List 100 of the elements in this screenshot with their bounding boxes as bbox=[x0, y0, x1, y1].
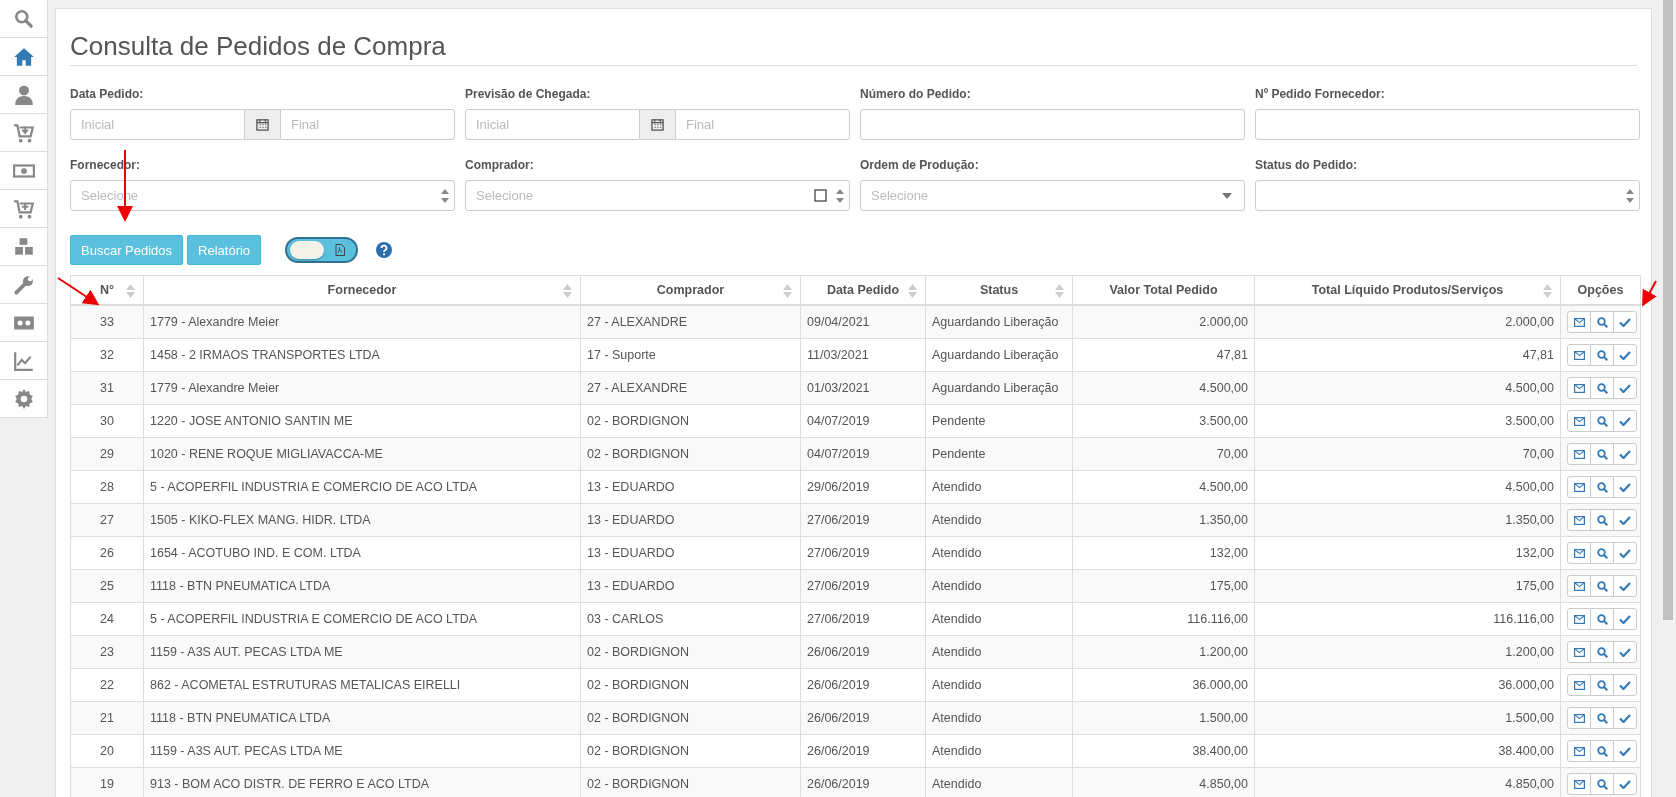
table-cell: 11/03/2021 bbox=[800, 338, 926, 372]
check-icon bbox=[1619, 647, 1631, 657]
table-cell: 27 - ALEXANDRE bbox=[580, 371, 801, 405]
search-icon bbox=[1596, 712, 1608, 724]
table-cell: 1220 - JOSE ANTONIO SANTIN ME bbox=[143, 404, 581, 438]
envelope-icon bbox=[1573, 647, 1585, 657]
check-icon bbox=[1619, 449, 1631, 459]
table-cell: 22 bbox=[70, 668, 144, 702]
field-label: Data Pedido: bbox=[70, 86, 145, 102]
table-cell: 27 - ALEXANDRE bbox=[580, 305, 801, 339]
date-input[interactable]: Final bbox=[676, 110, 849, 139]
select-input[interactable]: Selecione bbox=[466, 181, 814, 210]
table-cell: 47,81 bbox=[1072, 338, 1255, 372]
table-cell: Atendido bbox=[925, 602, 1073, 636]
table-cell: 4.850,00 bbox=[1254, 767, 1561, 797]
envelope-icon bbox=[1573, 779, 1585, 789]
envelope-icon bbox=[1573, 680, 1585, 690]
table-cell: 4.850,00 bbox=[1072, 767, 1255, 797]
table-cell: 02 - BORDIGNON bbox=[580, 635, 801, 669]
table-cell: Pendente bbox=[925, 404, 1073, 438]
table-cell: 2.000,00 bbox=[1254, 305, 1561, 339]
table-cell: 02 - BORDIGNON bbox=[580, 734, 801, 768]
wrench-icon bbox=[12, 273, 35, 296]
table-cell: 28 bbox=[70, 470, 144, 504]
check-icon bbox=[1619, 416, 1631, 426]
person-icon bbox=[12, 83, 35, 106]
table-cell: 26/06/2019 bbox=[800, 734, 926, 768]
envelope-icon bbox=[1573, 614, 1585, 624]
check-icon bbox=[1619, 680, 1631, 690]
table-cell: Atendido bbox=[925, 470, 1073, 504]
table-cell: 38.400,00 bbox=[1072, 734, 1255, 768]
envelope-icon bbox=[1573, 713, 1585, 723]
table-cell: 1654 - ACOTUBO IND. E COM. LTDA bbox=[143, 536, 581, 570]
annotation-arrow bbox=[57, 277, 100, 306]
search-icon bbox=[1596, 382, 1608, 394]
field-label: Ordem de Produção: bbox=[860, 157, 980, 173]
envelope-icon bbox=[1573, 383, 1585, 393]
table-cell: 27 bbox=[70, 503, 144, 537]
table-cell: 5 - ACOPERFIL INDUSTRIA E COMERCIO DE ACO LTDA bbox=[143, 470, 581, 504]
table-cell: 1.200,00 bbox=[1072, 635, 1255, 669]
field-label: Comprador: bbox=[465, 157, 535, 173]
table-cell: 02 - BORDIGNON bbox=[580, 767, 801, 797]
table-cell: Atendido bbox=[925, 701, 1073, 735]
check-icon bbox=[1619, 581, 1631, 591]
select-field[interactable]: Selecione bbox=[465, 180, 850, 211]
table-cell: 01/03/2021 bbox=[800, 371, 926, 405]
check-icon bbox=[1619, 383, 1631, 393]
table-cell: Pendente bbox=[925, 437, 1073, 471]
table-cell: 3.500,00 bbox=[1254, 404, 1561, 438]
date-input[interactable]: Inicial bbox=[71, 110, 244, 139]
table-cell: 09/04/2021 bbox=[800, 305, 926, 339]
table-cell: Aguardando Liberação bbox=[925, 338, 1073, 372]
table-cell: 47,81 bbox=[1254, 338, 1561, 372]
table-cell: 1.350,00 bbox=[1072, 503, 1255, 537]
table-cell: 2.000,00 bbox=[1072, 305, 1255, 339]
table-cell: 4.500,00 bbox=[1072, 371, 1255, 405]
table-cell: 116.116,00 bbox=[1072, 602, 1255, 636]
page-title: Consulta de Pedidos de Compra bbox=[70, 9, 1637, 66]
search-icon bbox=[1596, 514, 1608, 526]
table-cell: 04/07/2019 bbox=[800, 404, 926, 438]
calendar-icon bbox=[256, 118, 269, 131]
date-input[interactable]: Final bbox=[281, 110, 454, 139]
table-cell: Atendido bbox=[925, 635, 1073, 669]
table-cell: 24 bbox=[70, 602, 144, 636]
search-icon bbox=[1596, 646, 1608, 658]
envelope-icon bbox=[1573, 449, 1585, 459]
table-cell: 26/06/2019 bbox=[800, 668, 926, 702]
check-icon bbox=[1619, 482, 1631, 492]
caret-icon bbox=[1222, 192, 1232, 199]
table-cell: Atendido bbox=[925, 734, 1073, 768]
table-cell: 1.500,00 bbox=[1072, 701, 1255, 735]
calendar-addon[interactable] bbox=[245, 109, 280, 140]
envelope-icon bbox=[1573, 515, 1585, 525]
search-icon bbox=[1596, 349, 1608, 361]
table-cell: 27/06/2019 bbox=[800, 602, 926, 636]
table-cell: 36.000,00 bbox=[1254, 668, 1561, 702]
table-cell: 4.500,00 bbox=[1072, 470, 1255, 504]
cubes-icon bbox=[12, 235, 35, 258]
table-cell: 1118 - BTN PNEUMATICA LTDA bbox=[143, 701, 581, 735]
table-cell: 27/06/2019 bbox=[800, 569, 926, 603]
table-cell: 4.500,00 bbox=[1254, 470, 1561, 504]
cart-plus-icon bbox=[12, 197, 35, 220]
table-cell: 5 - ACOPERFIL INDUSTRIA E COMERCIO DE ACO LTDA bbox=[143, 602, 581, 636]
table-cell: 862 - ACOMETAL ESTRUTURAS METALICAS EIRELLI bbox=[143, 668, 581, 702]
table-cell: 1020 - RENE ROQUE MIGLIAVACCA-ME bbox=[143, 437, 581, 471]
help-icon bbox=[376, 242, 393, 258]
table-cell: 1458 - 2 IRMAOS TRANSPORTES LTDA bbox=[143, 338, 581, 372]
table-cell: 26/06/2019 bbox=[800, 767, 926, 797]
table-cell: 02 - BORDIGNON bbox=[580, 701, 801, 735]
date-input[interactable]: Inicial bbox=[466, 110, 639, 139]
table-cell: 29/06/2019 bbox=[800, 470, 926, 504]
search-icon bbox=[1596, 316, 1608, 328]
field-label: Status do Pedido: bbox=[1255, 157, 1358, 173]
pdf-toggle[interactable] bbox=[285, 237, 359, 263]
search-icon bbox=[1596, 415, 1608, 427]
calendar-addon[interactable] bbox=[640, 109, 675, 140]
search-icon bbox=[1596, 613, 1608, 625]
table-cell: 04/07/2019 bbox=[800, 437, 926, 471]
check-icon bbox=[1619, 713, 1631, 723]
table-cell: 132,00 bbox=[1072, 536, 1255, 570]
